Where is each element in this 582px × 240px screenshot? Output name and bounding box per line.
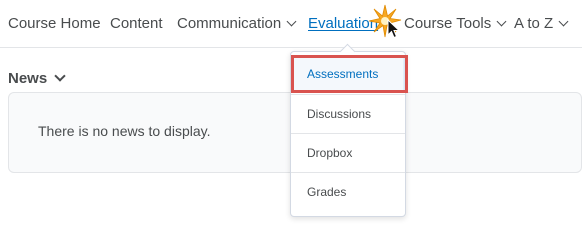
menu-item-grades[interactable]: Grades <box>291 172 405 210</box>
menu-item-discussions[interactable]: Discussions <box>291 94 405 132</box>
chevron-down-icon <box>558 16 569 27</box>
evaluation-dropdown-menu: Assessments Discussions Dropbox Grades <box>290 43 406 217</box>
chevron-down-icon <box>286 16 297 27</box>
chevron-down-icon <box>54 70 66 82</box>
menu-item-label: Assessments <box>307 67 379 81</box>
nav-item-label: A to Z <box>514 15 554 32</box>
nav-item-course-tools[interactable]: Course Tools <box>404 14 507 34</box>
menu-item-label: Grades <box>307 185 347 199</box>
nav-item-label: Course Home <box>8 15 101 32</box>
nav-item-communication[interactable]: Communication <box>177 14 297 34</box>
mouse-pointer-icon <box>387 19 401 39</box>
chevron-down-icon <box>496 16 507 27</box>
news-title-label: News <box>8 70 48 87</box>
menu-item-label: Discussions <box>307 107 372 121</box>
menu-item-label: Dropbox <box>307 146 353 160</box>
nav-item-label: Course Tools <box>404 15 492 32</box>
nav-item-a-to-z[interactable]: A to Z <box>514 14 569 34</box>
news-empty-message: There is no news to display. <box>38 123 211 139</box>
nav-item-content[interactable]: Content <box>110 14 163 34</box>
nav-item-label: Content <box>110 15 163 32</box>
nav-item-course-home[interactable]: Course Home <box>8 14 101 34</box>
nav-item-label: Communication <box>177 15 282 32</box>
news-widget-title[interactable]: News <box>8 70 66 87</box>
menu-item-assessments[interactable]: Assessments <box>291 55 405 93</box>
menu-item-dropbox[interactable]: Dropbox <box>291 133 405 171</box>
course-navbar: Course Home Content Communication Evalua… <box>0 0 582 48</box>
